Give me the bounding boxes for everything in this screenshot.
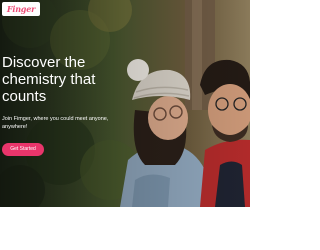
brand-logo[interactable]: Finger xyxy=(2,2,40,16)
brand-logo-text: Finger xyxy=(6,4,36,14)
landing-page: Finger Discover the chemistry that count… xyxy=(0,0,250,250)
hero-section: Finger Discover the chemistry that count… xyxy=(0,0,250,207)
hero-subtext: Join Fimger, where you could meet anyone… xyxy=(2,116,109,130)
hero-headline: Discover the chemistry that counts xyxy=(2,54,96,105)
get-started-button[interactable]: Get Started xyxy=(2,143,44,156)
